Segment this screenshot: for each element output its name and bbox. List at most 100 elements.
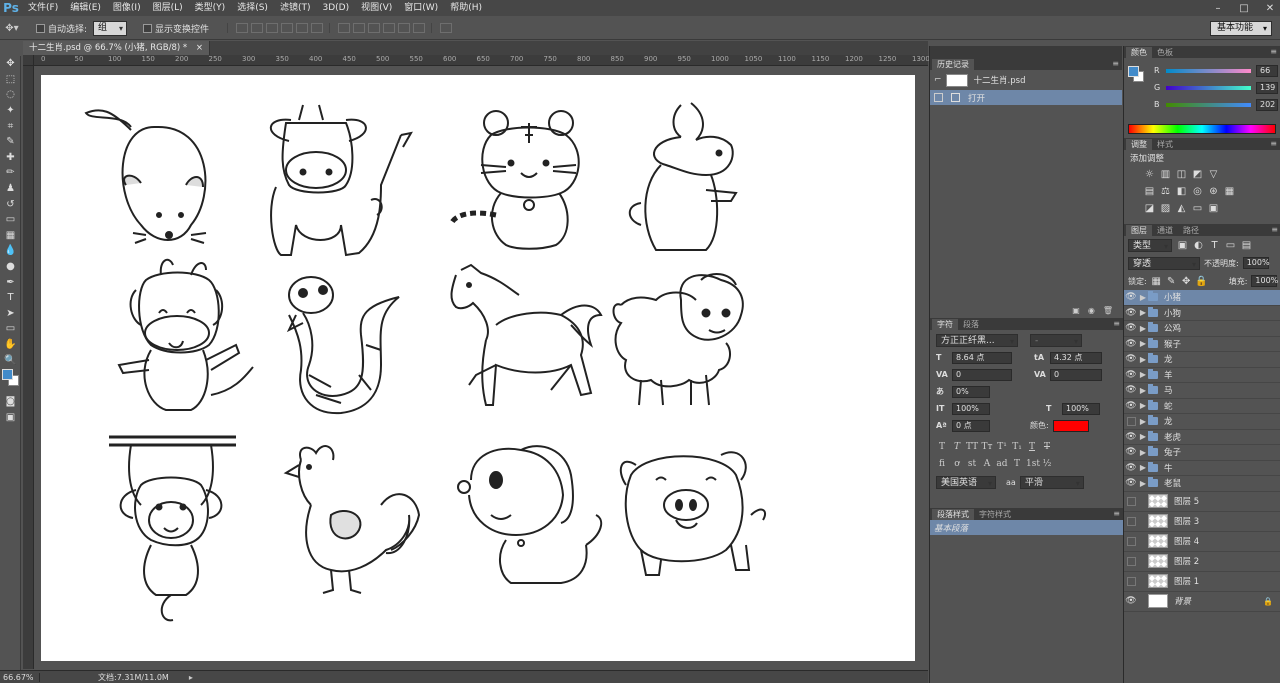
expand-arrow-icon[interactable]: ▶: [1138, 386, 1148, 395]
magic-wand-tool-icon[interactable]: ✦: [0, 103, 21, 119]
filter-type-icon[interactable]: T: [1209, 240, 1220, 251]
antialias-select[interactable]: 平滑: [1019, 476, 1084, 490]
brush-tool-icon[interactable]: ✏: [0, 165, 21, 181]
color-lookup-icon[interactable]: ▦: [1224, 186, 1235, 197]
curves-icon[interactable]: ◫: [1176, 169, 1187, 180]
layer-group-row[interactable]: ▶ 龙: [1124, 414, 1280, 430]
expand-arrow-icon[interactable]: ▶: [1138, 293, 1148, 302]
photo-filter-icon[interactable]: ◎: [1192, 186, 1203, 197]
camera-icon[interactable]: ◉: [1088, 306, 1095, 315]
auto-select-checkbox[interactable]: [36, 23, 45, 33]
fill-field[interactable]: 100%: [1251, 275, 1278, 287]
align-top-icon[interactable]: [236, 23, 249, 33]
pen-tool-icon[interactable]: ✒: [0, 274, 21, 290]
ornaments-icon[interactable]: T: [1011, 459, 1023, 469]
red-value-field[interactable]: 66: [1256, 65, 1278, 77]
align-right-icon[interactable]: [311, 23, 324, 33]
threshold-icon[interactable]: ◭: [1176, 203, 1187, 214]
layer-row[interactable]: 图层 3: [1124, 512, 1280, 532]
visibility-eye-icon[interactable]: 👁: [1124, 447, 1138, 457]
layer-row[interactable]: 图层 5: [1124, 492, 1280, 512]
swash-icon[interactable]: st: [966, 459, 978, 469]
tracking-field[interactable]: 0: [1050, 368, 1102, 381]
proportional-spacing-field[interactable]: 0%: [952, 385, 990, 398]
vertical-scale-field[interactable]: 100%: [952, 402, 990, 415]
paragraph-styles-tab[interactable]: 段落样式: [932, 509, 974, 520]
green-slider[interactable]: [1166, 86, 1251, 90]
font-style-select[interactable]: -: [1030, 334, 1082, 348]
gradient-map-icon[interactable]: ▭: [1192, 203, 1203, 214]
visibility-eye-icon[interactable]: 👁: [1124, 308, 1138, 318]
layer-group-row[interactable]: 👁 ▶ 小狗: [1124, 306, 1280, 321]
opacity-field[interactable]: 100%: [1242, 257, 1270, 269]
layer-group-row[interactable]: 👁 ▶ 老鼠: [1124, 476, 1280, 492]
menu-item[interactable]: 选择(S): [231, 0, 274, 16]
visibility-eye-icon[interactable]: 👁: [1124, 463, 1138, 473]
hue-saturation-icon[interactable]: ▤: [1144, 186, 1155, 197]
panel-menu-icon[interactable]: ≡: [1113, 319, 1120, 328]
green-value-field[interactable]: 139: [1256, 82, 1278, 94]
strikethrough-icon[interactable]: T: [1041, 442, 1053, 452]
layer-group-row[interactable]: 👁 ▶ 兔子: [1124, 445, 1280, 461]
ligature-icon[interactable]: fi: [936, 459, 948, 469]
document-size-info[interactable]: 文档:7.31M/11.0M: [40, 672, 169, 683]
history-tab[interactable]: 历史记录: [932, 59, 974, 70]
expand-arrow-icon[interactable]: ▶: [1138, 417, 1148, 426]
menu-item[interactable]: 视图(V): [355, 0, 398, 16]
ordinals-icon[interactable]: 1st: [1026, 459, 1040, 469]
visibility-eye-icon[interactable]: 👁: [1124, 323, 1138, 333]
swatches-tab[interactable]: 色板: [1152, 47, 1178, 58]
layer-group-row[interactable]: 👁 ▶ 老虎: [1124, 430, 1280, 445]
expand-arrow-icon[interactable]: ▶: [1138, 370, 1148, 379]
all-caps-icon[interactable]: TT: [966, 442, 978, 452]
text-color-swatch[interactable]: [1052, 419, 1089, 432]
menu-item[interactable]: 3D(D): [316, 0, 355, 16]
workspace-switcher[interactable]: 基本功能: [1209, 21, 1272, 36]
font-size-field[interactable]: 8.64 点: [952, 351, 1012, 364]
visibility-off-box[interactable]: [1126, 496, 1136, 506]
auto-select-option[interactable]: 自动选择:: [36, 22, 87, 35]
visibility-eye-icon[interactable]: 👁: [1124, 401, 1138, 411]
channel-mixer-icon[interactable]: ⊛: [1208, 186, 1219, 197]
visibility-off-box[interactable]: [1126, 576, 1136, 586]
eyedropper-tool-icon[interactable]: ✎: [0, 134, 21, 150]
align-vcenter-icon[interactable]: [251, 23, 264, 33]
fractions-icon[interactable]: ½: [1041, 459, 1053, 469]
eraser-tool-icon[interactable]: ▭: [0, 212, 21, 228]
dodge-tool-icon[interactable]: ●: [0, 259, 21, 275]
expand-arrow-icon[interactable]: ▶: [1138, 463, 1148, 472]
black-white-icon[interactable]: ◧: [1176, 186, 1187, 197]
visibility-off-box[interactable]: [1126, 556, 1136, 566]
hand-tool-icon[interactable]: ✋: [0, 337, 21, 353]
titling-icon[interactable]: ad: [996, 459, 1008, 469]
visibility-off-box[interactable]: [1126, 536, 1136, 546]
gradient-tool-icon[interactable]: ▦: [0, 228, 21, 244]
screen-mode-icon[interactable]: ▣: [0, 409, 21, 425]
character-styles-tab[interactable]: 字符样式: [974, 509, 1016, 520]
visibility-eye-icon[interactable]: 👁: [1124, 292, 1138, 302]
lock-transparent-icon[interactable]: ▦: [1151, 276, 1162, 287]
distribute-right-icon[interactable]: [413, 23, 426, 33]
new-document-from-state-icon[interactable]: ▣: [1072, 306, 1080, 315]
healing-brush-tool-icon[interactable]: ✚: [0, 150, 21, 166]
faux-bold-icon[interactable]: T: [936, 442, 948, 452]
brightness-icon[interactable]: ☼: [1144, 169, 1155, 180]
distribute-top-icon[interactable]: [338, 23, 351, 33]
color-balance-icon[interactable]: ⚖: [1160, 186, 1171, 197]
styles-tab[interactable]: 样式: [1152, 139, 1178, 150]
visibility-eye-icon[interactable]: 👁: [1124, 478, 1138, 488]
layer-group-row[interactable]: 👁 ▶ 蛇: [1124, 399, 1280, 414]
expand-arrow-icon[interactable]: ▶: [1138, 401, 1148, 410]
foreground-color-swatch[interactable]: [1, 368, 13, 380]
subscript-icon[interactable]: T₁: [1011, 442, 1023, 452]
trash-icon[interactable]: 🗑: [1103, 306, 1113, 315]
quick-mask-icon[interactable]: ◙: [0, 394, 21, 410]
show-transform-option[interactable]: 显示变换控件: [143, 22, 209, 35]
layer-row[interactable]: 图层 4: [1124, 532, 1280, 552]
shape-tool-icon[interactable]: ▭: [0, 321, 21, 337]
align-hcenter-icon[interactable]: [296, 23, 309, 33]
paths-tab[interactable]: 路径: [1178, 225, 1204, 236]
lock-position-icon[interactable]: ✥: [1181, 276, 1192, 287]
panel-menu-icon[interactable]: ≡: [1270, 47, 1277, 56]
superscript-icon[interactable]: T¹: [996, 442, 1008, 452]
